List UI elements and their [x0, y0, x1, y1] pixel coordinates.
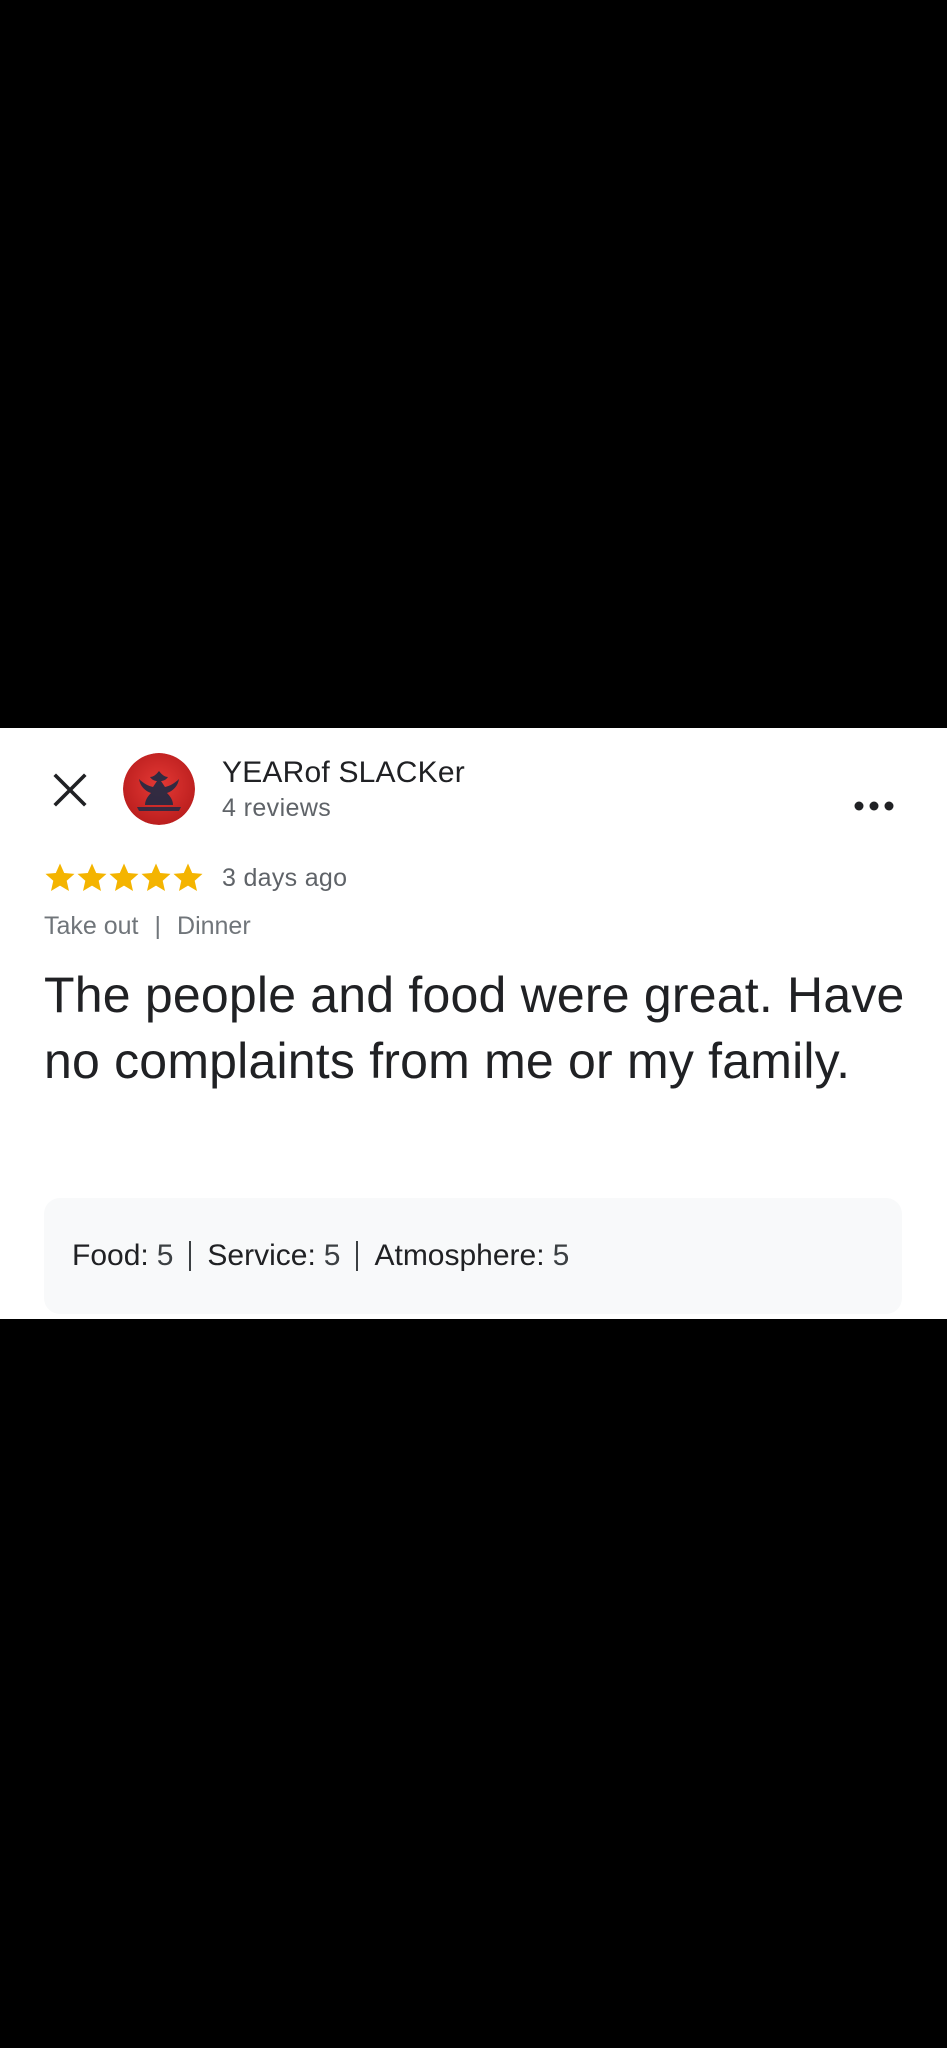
sub-rating-food: Food: 5: [72, 1239, 173, 1273]
star-icon: [109, 863, 139, 891]
star-icon: [77, 863, 107, 891]
star-icon: [141, 863, 171, 891]
sub-ratings-box: Food: 5 Service: 5 Atmosphere: 5: [44, 1198, 902, 1314]
rating-row: 3 days ago: [44, 860, 347, 896]
more-horizontal-icon: [854, 801, 894, 811]
star-icon: [173, 863, 203, 891]
sub-rating-value: 5: [156, 1239, 174, 1272]
review-text: The people and food were great. Have no …: [44, 967, 905, 1089]
star-rating: [44, 862, 204, 894]
star-icon: [45, 863, 75, 891]
tag-separator: |: [154, 912, 162, 940]
sub-rating-label: Food:: [72, 1239, 149, 1272]
close-button[interactable]: [44, 764, 96, 816]
review-time: 3 days ago: [222, 863, 348, 892]
close-icon: [53, 773, 87, 807]
sub-rating-label: Service:: [207, 1239, 316, 1272]
sub-rating-label: Atmosphere:: [374, 1239, 545, 1272]
tag-meal-type: Take out: [44, 912, 139, 940]
reviewer-name[interactable]: YEARof SLACKer: [222, 756, 465, 790]
sub-rating-divider: [356, 1241, 359, 1271]
reviewer-review-count: 4 reviews: [222, 794, 332, 822]
tag-meal-time: Dinner: [177, 912, 251, 940]
sub-rating-atmosphere: Atmosphere: 5: [374, 1239, 569, 1273]
avatar[interactable]: [123, 753, 195, 825]
more-options-button[interactable]: [846, 784, 902, 828]
sub-rating-value: 5: [552, 1239, 570, 1272]
review-card: YEARof SLACKer 4 reviews 3 days ago Take…: [0, 728, 947, 1319]
review-tags: Take out | Dinner: [44, 912, 251, 941]
sub-rating-divider: [189, 1241, 192, 1271]
sub-rating-value: 5: [323, 1239, 341, 1272]
sub-rating-service: Service: 5: [207, 1239, 340, 1273]
